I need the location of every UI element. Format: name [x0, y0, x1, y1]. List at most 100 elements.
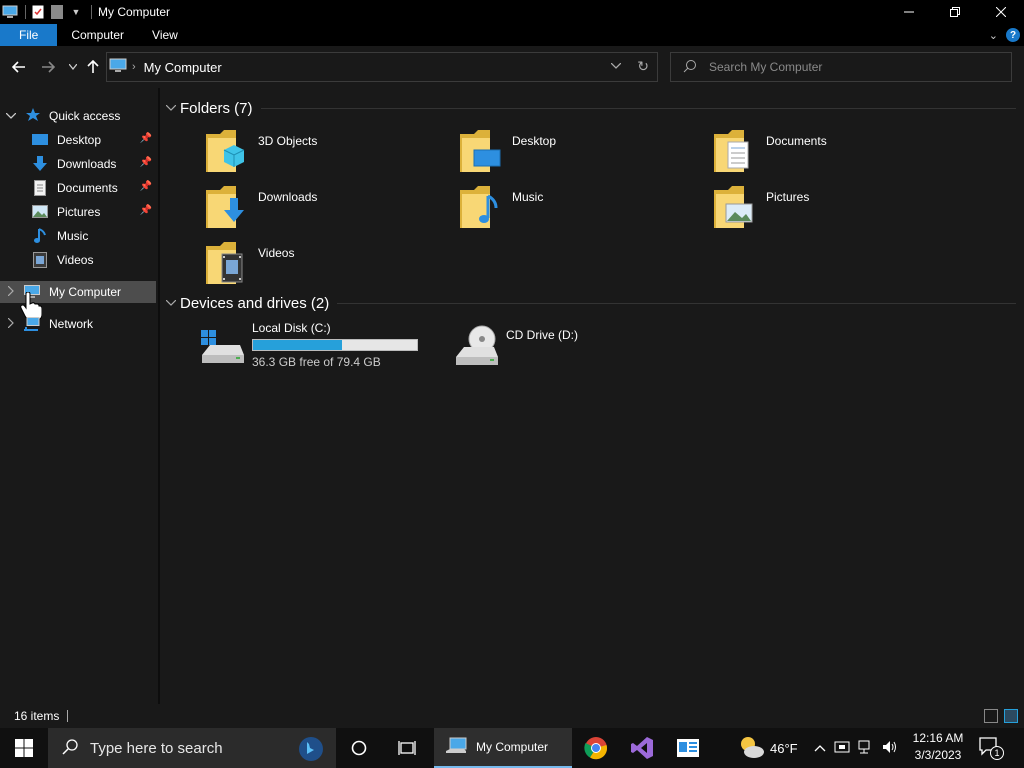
- ribbon-tabs: File Computer View ⌄ ?: [0, 24, 1024, 46]
- breadcrumb-chevron-icon[interactable]: ›: [132, 61, 136, 73]
- cd-drive-icon: [454, 323, 498, 369]
- folder-name: Videos: [258, 246, 295, 260]
- sidebar-item-network[interactable]: Network: [0, 313, 156, 335]
- address-dropdown-icon[interactable]: [610, 61, 622, 72]
- properties-icon[interactable]: [30, 4, 46, 20]
- bing-icon[interactable]: [298, 736, 324, 765]
- view-switcher: [984, 709, 1018, 723]
- back-button[interactable]: [8, 56, 30, 78]
- details-view-icon[interactable]: [984, 709, 998, 723]
- downloads-icon: [33, 156, 47, 175]
- sidebar-item-pictures[interactable]: Pictures 📌: [0, 201, 156, 223]
- navigation-bar: › My Computer ↻ Search My Computer: [0, 46, 1024, 88]
- minimize-button[interactable]: [886, 0, 932, 24]
- taskbar-search-input[interactable]: Type here to search: [90, 740, 223, 757]
- sidebar-item-music[interactable]: Music: [0, 225, 156, 247]
- videos-icon: [33, 252, 47, 271]
- sidebar-item-label: Desktop: [57, 133, 102, 147]
- pin-icon[interactable]: 📌: [140, 205, 152, 216]
- folder-tile[interactable]: Pictures: [714, 184, 954, 234]
- downloads-folder-icon: [206, 184, 250, 230]
- sidebar-item-label: Videos: [57, 253, 94, 267]
- folder-tile[interactable]: 3D Objects: [206, 128, 446, 178]
- search-input[interactable]: Search My Computer: [709, 60, 822, 74]
- action-center-button[interactable]: 1: [978, 736, 1008, 762]
- toolbar-separator: [91, 5, 92, 19]
- customize-toolbar-dropdown-icon[interactable]: ▼: [68, 4, 84, 20]
- sidebar-item-quick-access[interactable]: Quick access: [0, 105, 156, 127]
- pin-icon[interactable]: 📌: [140, 133, 152, 144]
- network-icon: [24, 317, 40, 334]
- folder-tile[interactable]: Downloads: [206, 184, 446, 234]
- computer-icon[interactable]: [2, 4, 18, 20]
- hard-drive-icon: [200, 329, 244, 375]
- taskbar-clock[interactable]: 12:16 AM 3/3/2023: [906, 730, 970, 764]
- sidebar-item-downloads[interactable]: Downloads 📌: [0, 153, 156, 175]
- sidebar-item-label: Music: [57, 229, 89, 243]
- desktop-icon: [32, 133, 48, 150]
- group-divider: [260, 107, 1016, 109]
- safely-remove-hardware-icon[interactable]: [834, 739, 850, 758]
- chevron-down-icon[interactable]: [165, 103, 180, 114]
- taskbar-search-box[interactable]: Type here to search: [48, 728, 336, 768]
- tab-view[interactable]: View: [138, 24, 192, 46]
- large-icons-view-icon[interactable]: [1004, 709, 1018, 723]
- new-folder-icon[interactable]: [49, 4, 65, 20]
- show-hidden-icons-chevron-icon[interactable]: [814, 741, 826, 755]
- volume-icon[interactable]: [882, 739, 898, 758]
- search-box[interactable]: Search My Computer: [670, 52, 1012, 82]
- chrome-icon[interactable]: [573, 728, 619, 768]
- address-bar[interactable]: › My Computer ↻: [106, 52, 658, 82]
- expand-ribbon-icon[interactable]: ⌄: [989, 29, 998, 42]
- sidebar-item-label: Documents: [57, 181, 118, 195]
- network-status-icon[interactable]: [858, 739, 874, 758]
- pin-icon[interactable]: 📌: [140, 181, 152, 192]
- help-icon[interactable]: ?: [1006, 28, 1020, 42]
- folders-group-header[interactable]: Folders (7): [165, 98, 1016, 118]
- sidebar-item-videos[interactable]: Videos: [0, 249, 156, 271]
- sidebar-item-label: Pictures: [57, 205, 101, 219]
- visual-studio-icon[interactable]: [619, 728, 665, 768]
- 3d-objects-folder-icon: [206, 128, 250, 174]
- folder-name: Documents: [766, 134, 827, 148]
- chevron-down-icon[interactable]: [165, 298, 180, 309]
- title-bar: ▼ My Computer: [0, 0, 1024, 24]
- news-app-icon[interactable]: [665, 728, 711, 768]
- taskbar-app-label: My Computer: [476, 740, 549, 754]
- folder-tile[interactable]: Documents: [714, 128, 954, 178]
- pin-icon[interactable]: 📌: [140, 157, 152, 168]
- windows-logo-icon: [15, 739, 33, 757]
- up-button[interactable]: [82, 56, 104, 78]
- tab-file[interactable]: File: [0, 24, 58, 46]
- folder-tile[interactable]: Videos: [206, 240, 446, 290]
- folder-tile[interactable]: Music: [460, 184, 700, 234]
- recent-locations-dropdown[interactable]: [62, 56, 84, 78]
- sidebar-item-desktop[interactable]: Desktop 📌: [0, 129, 156, 151]
- taskbar-app-my-computer[interactable]: My Computer: [434, 728, 572, 768]
- window-controls: [886, 0, 1024, 24]
- folder-name: Downloads: [258, 190, 318, 204]
- sidebar-item-documents[interactable]: Documents 📌: [0, 177, 156, 199]
- cortana-button[interactable]: [336, 728, 382, 768]
- drives-group-header[interactable]: Devices and drives (2): [165, 293, 1016, 313]
- close-button[interactable]: [978, 0, 1024, 24]
- folder-name: Desktop: [512, 134, 557, 148]
- weather-widget[interactable]: 46°F: [736, 728, 798, 768]
- restore-button[interactable]: [932, 0, 978, 24]
- forward-button[interactable]: [37, 56, 59, 78]
- computer-icon: [109, 58, 127, 77]
- refresh-icon[interactable]: ↻: [637, 58, 649, 75]
- group-divider: [337, 302, 1016, 304]
- tab-computer[interactable]: Computer: [57, 24, 138, 46]
- videos-folder-icon: [206, 240, 250, 286]
- drive-tile-d[interactable]: CD Drive (D:): [454, 321, 694, 371]
- folder-tile[interactable]: Desktop: [460, 128, 700, 178]
- start-button[interactable]: [0, 728, 48, 768]
- breadcrumb-my-computer[interactable]: My Computer: [144, 60, 222, 75]
- window-title: My Computer: [98, 5, 171, 19]
- sidebar-item-label: Quick access: [49, 109, 121, 123]
- chevron-right-icon[interactable]: [7, 285, 14, 299]
- task-view-button[interactable]: [384, 728, 430, 768]
- chevron-right-icon[interactable]: [7, 317, 14, 331]
- chevron-down-icon[interactable]: [5, 111, 17, 122]
